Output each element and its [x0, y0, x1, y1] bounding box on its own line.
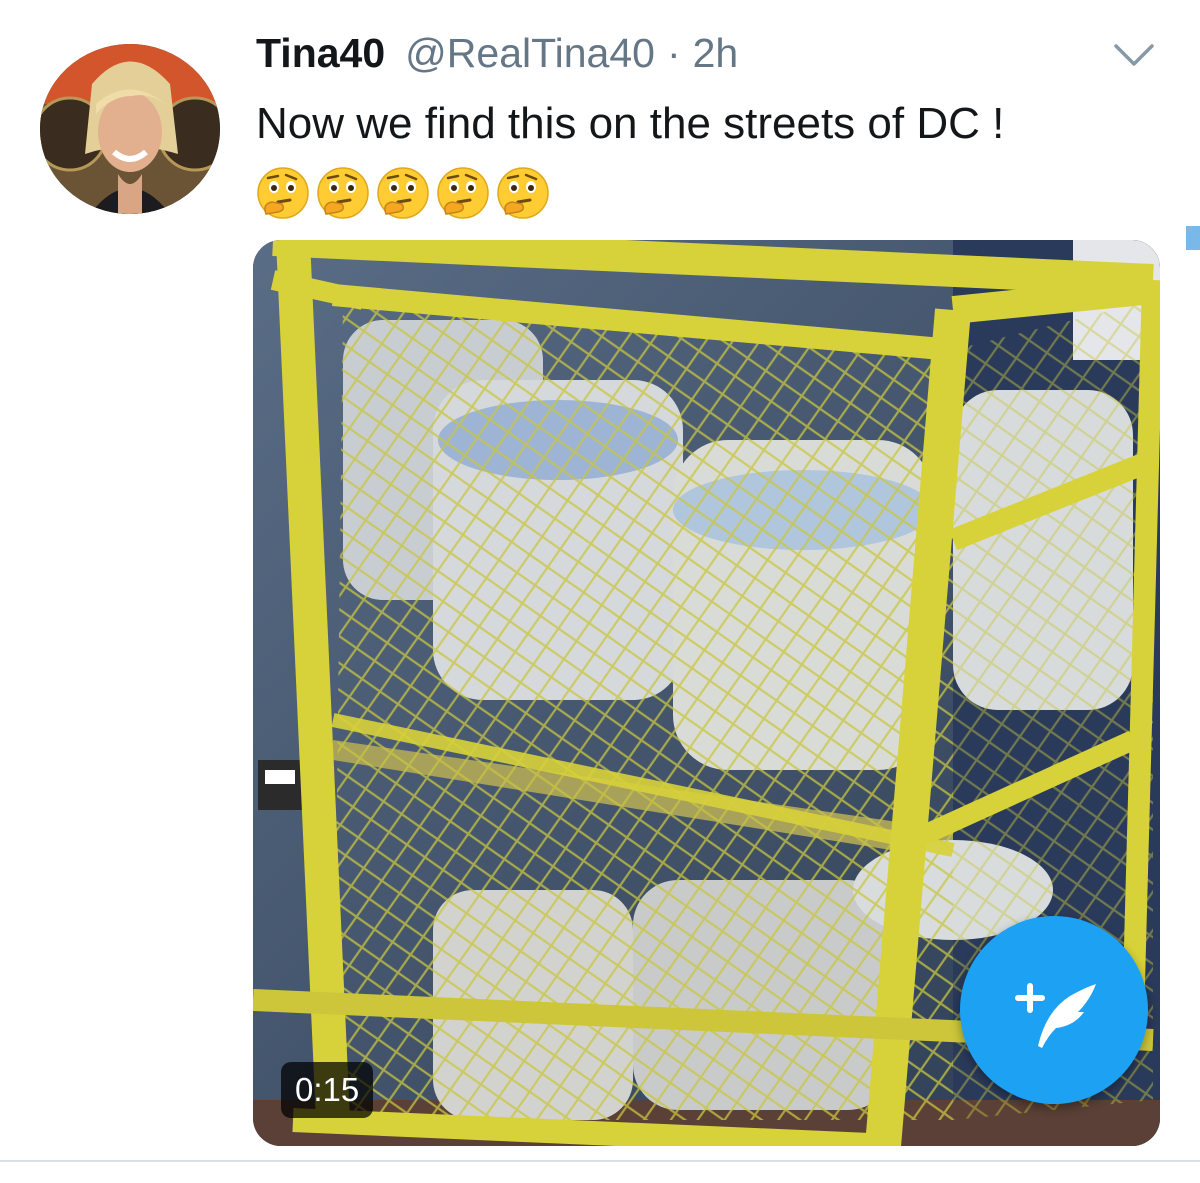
separator-dot: ·	[666, 30, 681, 76]
thinking-face-emoji	[437, 167, 489, 219]
thinking-face-emoji	[377, 167, 429, 219]
tweet-divider	[0, 1160, 1200, 1162]
thinking-face-emoji	[317, 167, 369, 219]
thinking-face-emoji	[497, 167, 549, 219]
tweet-screen: Tina40 @RealTina40 · 2h Now we find this…	[0, 0, 1200, 1183]
display-name[interactable]: Tina40	[256, 30, 385, 77]
timestamp[interactable]: 2h	[693, 30, 739, 77]
tweet-text: Now we find this on the streets of DC !	[256, 99, 1005, 148]
user-handle[interactable]: @RealTina40	[405, 30, 655, 77]
avatar[interactable]	[40, 44, 220, 214]
thinking-face-emoji	[257, 167, 309, 219]
scroll-marker	[1186, 226, 1200, 250]
compose-tweet-button[interactable]	[960, 916, 1148, 1104]
chevron-down-icon[interactable]	[1110, 36, 1158, 76]
compose-tweet-icon	[1015, 983, 1096, 1048]
emoji-row	[256, 166, 550, 220]
video-duration-badge: 0:15	[281, 1062, 374, 1118]
tweet-header: Tina40 @RealTina40 · 2h	[256, 30, 738, 86]
